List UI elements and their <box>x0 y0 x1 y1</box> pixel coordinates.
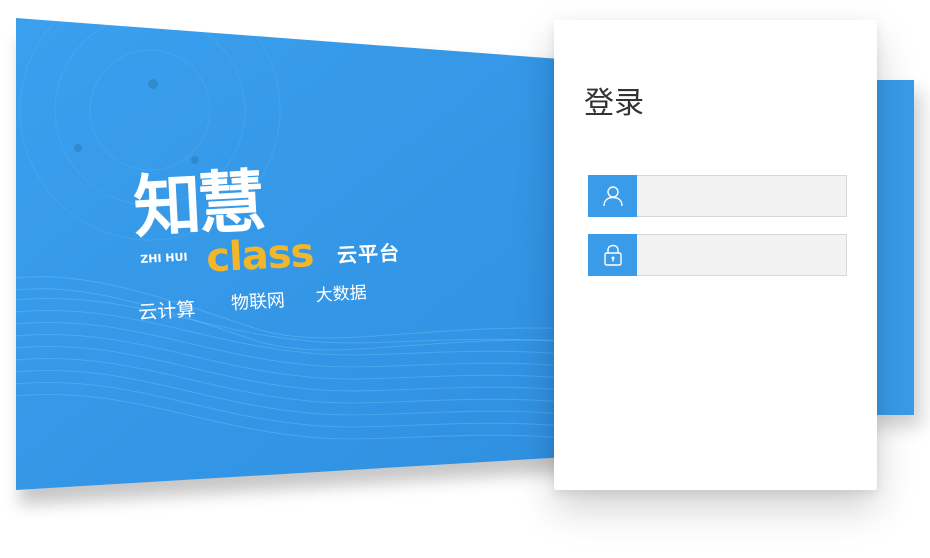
lock-icon <box>588 234 637 276</box>
password-input[interactable] <box>637 234 847 276</box>
feature-cloud-computing: 云计算 <box>137 298 196 324</box>
feature-big-data: 大数据 <box>315 283 368 307</box>
login-title: 登录 <box>584 86 644 121</box>
password-field <box>588 234 847 276</box>
logo-word-text: class <box>205 230 314 282</box>
username-input[interactable] <box>637 175 847 217</box>
cloud-platform-label: 云平台 <box>336 240 401 268</box>
username-field <box>588 175 847 217</box>
login-card: 登录 <box>554 20 877 490</box>
user-icon <box>588 175 637 217</box>
feature-iot: 物联网 <box>230 290 286 315</box>
login-screen: 知慧 ZHI HUI class 云平台 云计算 物联网 大数据 登录 <box>0 0 930 558</box>
logo-pinyin-text: ZHI HUI <box>140 250 188 265</box>
